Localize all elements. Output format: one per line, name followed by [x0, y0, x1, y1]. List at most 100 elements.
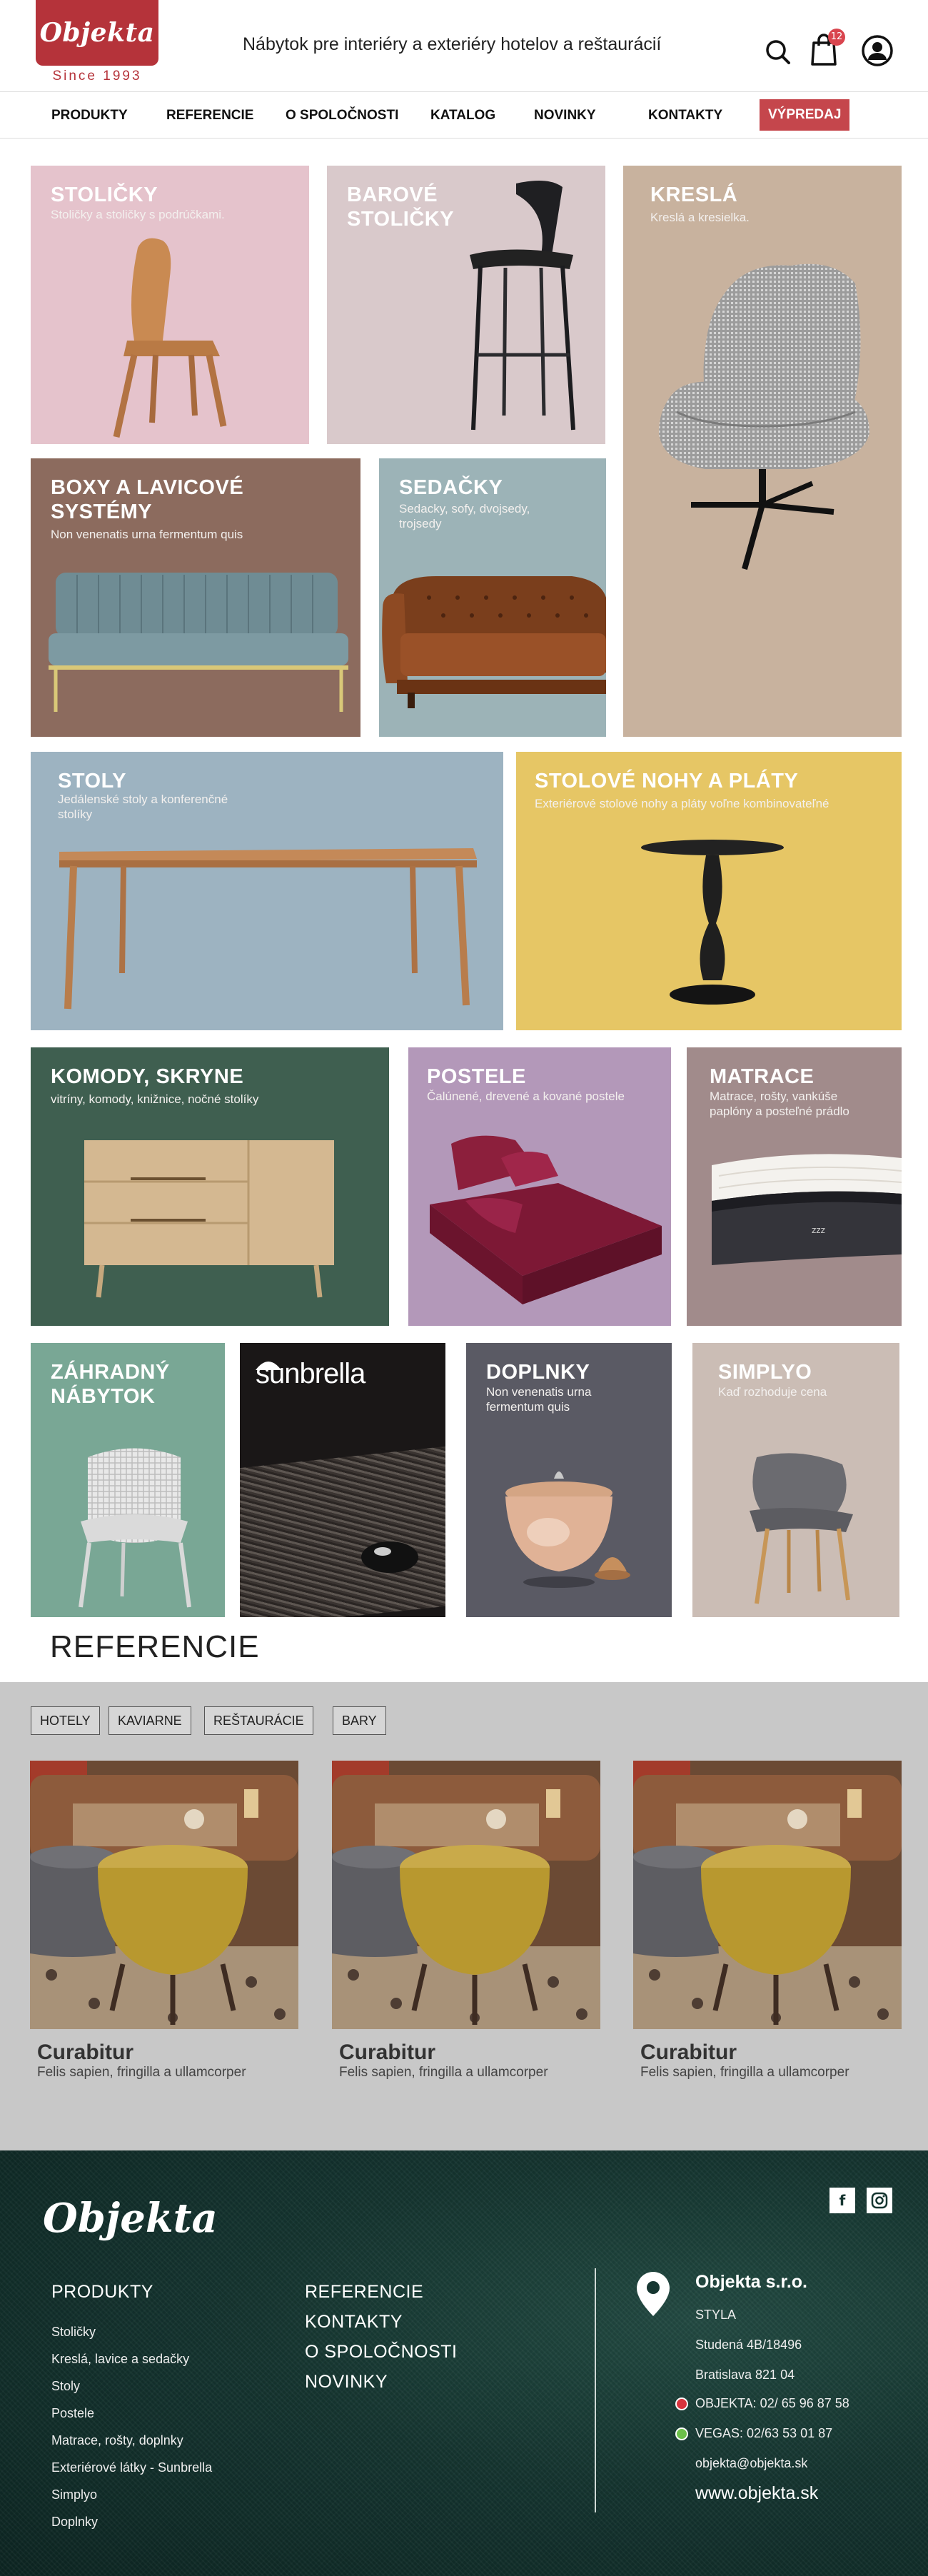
water-drop-image	[361, 1541, 418, 1573]
bench-image	[49, 573, 348, 712]
footer-link[interactable]: Doplnky	[51, 2515, 98, 2530]
main-nav: PRODUKTY REFERENCIE O SPOLOČNOSTI KATALO…	[0, 91, 928, 139]
footer-link[interactable]: Exteriérové látky - Sunbrella	[51, 2460, 212, 2475]
nav-vypredaj[interactable]: VÝPREDAJ	[760, 99, 850, 131]
category-tile-stoly[interactable]: STOLY Jedálenské stoly a konferenčné sto…	[31, 752, 503, 1030]
nav-referencie[interactable]: REFERENCIE	[166, 104, 253, 128]
tile-title: STOLIČKY	[51, 183, 158, 206]
search-icon[interactable]	[762, 34, 795, 67]
site-footer: Objekta f PRODUKTY Stoličky Kreslá, lavi…	[0, 2150, 928, 2576]
reference-title: Curabitur	[339, 2041, 435, 2064]
reference-card[interactable]: Curabitur Felis sapien, fringilla a ulla…	[30, 1761, 298, 2081]
category-tile-stolicky[interactable]: STOLIČKY Stoličky a stoličky s podrúčkam…	[31, 166, 309, 444]
tile-subtitle: Čalúnené, drevené a kované postele	[427, 1090, 625, 1103]
references-section: HOTELY KAVIARNE REŠTAURÁCIE BARY Curabit…	[0, 1682, 928, 2150]
nav-produkty[interactable]: PRODUKTY	[51, 104, 128, 128]
logo[interactable]: Objekta	[36, 0, 158, 66]
tile-title: MATRACE	[710, 1065, 814, 1088]
tile-subtitle: Exteriérové stolové nohy a pláty voľne k…	[535, 797, 829, 810]
filter-kaviarne[interactable]: KAVIARNE	[109, 1706, 191, 1735]
tile-title: ZÁHRADNÝ NÁBYTOK	[51, 1361, 170, 1408]
footer-link[interactable]: Kreslá, lavice a sedačky	[51, 2352, 189, 2367]
reference-subtitle: Felis sapien, fringilla a ullamcorper	[37, 2065, 246, 2080]
tile-title: BAROVÉ STOLIČKY	[347, 183, 455, 231]
nav-katalog[interactable]: KATALOG	[430, 104, 495, 128]
cart-count-badge: 12	[828, 29, 845, 46]
copper-bowl-image	[505, 1471, 630, 1588]
filter-restauracie[interactable]: REŠTAURÁCIE	[204, 1706, 313, 1735]
footer-referencie-link[interactable]: REFERENCIE	[305, 2282, 423, 2303]
bed-image	[430, 1135, 662, 1304]
reference-title: Curabitur	[640, 2041, 737, 2064]
footer-link[interactable]: Stoličky	[51, 2325, 96, 2340]
category-tile-boxy-lavicove-systemy[interactable]: BOXY A LAVICOVÉ SYSTÉMY Non venenatis ur…	[31, 458, 360, 737]
tile-title: STOLOVÉ NOHY A PLÁTY	[535, 770, 799, 793]
category-tile-matrace[interactable]: zzz MATRACE Matrace, rošty, vankúše papl…	[687, 1047, 902, 1326]
tile-title: POSTELE	[427, 1065, 526, 1088]
category-tile-sunbrella[interactable]: sunbrella	[240, 1343, 445, 1617]
category-tile-kresla[interactable]: KRESLÁ Kreslá a kresielka.	[623, 166, 902, 737]
tile-subtitle: Non venenatis urna fermentum quis	[51, 528, 243, 541]
company-name: Objekta s.r.o.	[695, 2272, 808, 2292]
tile-title: SEDAČKY	[399, 476, 503, 499]
instagram-icon[interactable]	[867, 2188, 892, 2213]
sunbrella-logo: sunbrella	[256, 1358, 365, 1389]
phone-vegas[interactable]: VEGAS: 02/63 53 01 87	[695, 2426, 832, 2441]
filter-bary[interactable]: BARY	[333, 1706, 386, 1735]
footer-link[interactable]: Stoly	[51, 2379, 80, 2394]
phone-dot-red	[675, 2398, 688, 2410]
sofa-image	[382, 576, 606, 708]
facebook-icon[interactable]: f	[829, 2188, 855, 2213]
email-link[interactable]: objekta@objekta.sk	[695, 2456, 807, 2471]
footer-link[interactable]: Matrace, rošty, doplnky	[51, 2433, 183, 2448]
footer-produkty-heading[interactable]: PRODUKTY	[51, 2282, 153, 2303]
table-image	[59, 848, 477, 1010]
tagline: Nábytok pre interiéry a exteriéry hotelo…	[243, 34, 662, 54]
tile-title: DOPLNKY	[486, 1361, 590, 1384]
category-tile-barove-stolicky[interactable]: BAROVÉ STOLIČKY	[327, 166, 605, 444]
tile-subtitle: Non venenatis urna fermentum quis	[486, 1385, 592, 1414]
logo-text: Objekta	[39, 18, 155, 48]
footer-logo[interactable]: Objekta	[43, 2195, 218, 2242]
cart-icon[interactable]: 12	[808, 29, 845, 66]
footer-o-spolocnosti-link[interactable]: O SPOLOČNOSTI	[305, 2342, 457, 2363]
nav-kontakty[interactable]: KONTAKTY	[648, 104, 722, 128]
phone-objekta[interactable]: OBJEKTA: 02/ 65 96 87 58	[695, 2396, 849, 2411]
tile-subtitle: Jedálenské stoly a konferenčné stolíky	[58, 793, 228, 821]
tile-subtitle: Stoličky a stoličky s podrúčkami.	[51, 208, 225, 221]
mattress-image: zzz	[712, 1154, 902, 1265]
chair-image	[113, 238, 227, 438]
category-tile-sedacky[interactable]: SEDAČKY Sedacky, sofy, dvojsedy, trojsed…	[379, 458, 606, 737]
account-icon[interactable]	[861, 34, 894, 67]
address-city: Bratislava 821 04	[695, 2368, 795, 2382]
reference-card[interactable]: Curabitur Felis sapien, fringilla a ulla…	[332, 1761, 600, 2081]
phone-dot-green	[675, 2427, 688, 2440]
tile-subtitle: Matrace, rošty, vankúše paplóny a posteľ…	[710, 1090, 849, 1118]
table-base-image	[641, 840, 784, 1005]
tile-title: BOXY A LAVICOVÉ SYSTÉMY	[51, 476, 244, 523]
footer-novinky-link[interactable]: NOVINKY	[305, 2372, 388, 2393]
category-tile-doplnky[interactable]: DOPLNKY Non venenatis urna fermentum qui…	[466, 1343, 672, 1617]
tile-subtitle: Kaď rozhoduje cena	[718, 1385, 827, 1399]
category-tile-postele[interactable]: POSTELE Čalúnené, drevené a kované poste…	[408, 1047, 671, 1326]
nav-o-spolocnosti[interactable]: O SPOLOČNOSTI	[286, 104, 398, 128]
category-tile-komody-skryne[interactable]: KOMODY, SKRYNE vitríny, komody, knižnice…	[31, 1047, 389, 1326]
location-pin-icon	[635, 2270, 671, 2320]
references-heading: REFERENCIE	[50, 1629, 260, 1664]
reference-photo	[332, 1761, 600, 2029]
category-tile-simplyo[interactable]: SIMPLYO Kaď rozhoduje cena	[692, 1343, 899, 1617]
tile-subtitle: vitríny, komody, knižnice, nočné stolíky	[51, 1092, 259, 1106]
nav-novinky[interactable]: NOVINKY	[534, 104, 596, 128]
svg-text:zzz: zzz	[812, 1225, 825, 1235]
footer-link[interactable]: Simplyo	[51, 2487, 97, 2502]
category-tile-stolove-nohy-platy[interactable]: STOLOVÉ NOHY A PLÁTY Exteriérové stolové…	[516, 752, 902, 1030]
reference-title: Curabitur	[37, 2041, 133, 2064]
filter-hotely[interactable]: HOTELY	[31, 1706, 100, 1735]
category-tile-zahradny-nabytok[interactable]: ZÁHRADNÝ NÁBYTOK	[31, 1343, 225, 1617]
tile-title: KRESLÁ	[650, 183, 738, 206]
footer-kontakty-link[interactable]: KONTAKTY	[305, 2312, 403, 2333]
website-link[interactable]: www.objekta.sk	[695, 2483, 818, 2504]
tile-title: SIMPLYO	[718, 1361, 812, 1384]
reference-card[interactable]: Curabitur Felis sapien, fringilla a ulla…	[633, 1761, 902, 2081]
footer-link[interactable]: Postele	[51, 2406, 94, 2421]
